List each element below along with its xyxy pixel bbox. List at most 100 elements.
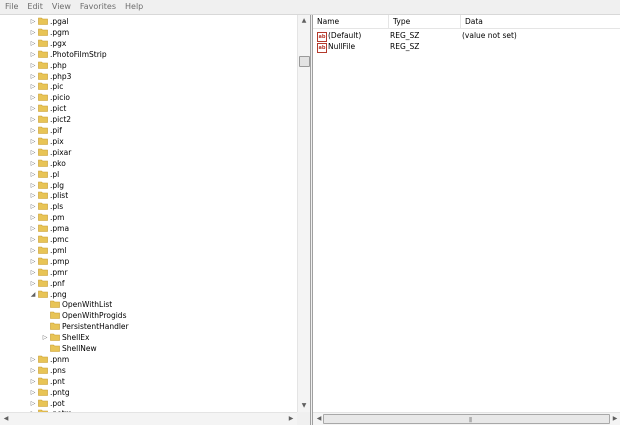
tree-item[interactable]: ▷ .pgm xyxy=(0,27,297,38)
tree-item-label: .pic xyxy=(50,82,64,92)
expand-arrow-icon[interactable]: ▷ xyxy=(29,234,37,245)
tree-item[interactable]: ▷ ShellEx xyxy=(0,332,297,343)
scroll-right-button[interactable]: ▶ xyxy=(609,413,620,425)
scroll-left-button[interactable]: ◀ xyxy=(0,413,12,425)
tree-item[interactable]: ▷ .pmp xyxy=(0,256,297,267)
tree-item-label: .pml xyxy=(50,245,67,255)
expand-arrow-icon[interactable]: ▷ xyxy=(29,16,37,27)
tree-item[interactable]: OpenWithProgids xyxy=(0,310,297,321)
expand-arrow-icon[interactable]: ▷ xyxy=(29,169,37,180)
value-row[interactable]: ab NullFile REG_SZ xyxy=(313,41,620,53)
menu-file[interactable]: File xyxy=(0,0,22,14)
column-header-data[interactable]: Data xyxy=(461,15,620,28)
tree-item[interactable]: ▷ .PhotoFilmStrip xyxy=(0,49,297,60)
tree-item[interactable]: ▷ .pict2 xyxy=(0,114,297,125)
folder-icon xyxy=(38,399,48,407)
folder-icon xyxy=(50,344,60,352)
tree-item[interactable]: ▷ .pic xyxy=(0,81,297,92)
expand-arrow-icon[interactable]: ▷ xyxy=(29,147,37,158)
column-header-type[interactable]: Type xyxy=(389,15,461,28)
tree-item[interactable]: ▷ .pl xyxy=(0,169,297,180)
expand-arrow-icon[interactable]: ▷ xyxy=(29,158,37,169)
expand-arrow-icon[interactable]: ▷ xyxy=(29,114,37,125)
tree-item[interactable]: ▷ .pix xyxy=(0,136,297,147)
tree-item[interactable]: ▷ .pko xyxy=(0,158,297,169)
folder-icon xyxy=(38,213,48,221)
expand-arrow-icon[interactable]: ▷ xyxy=(29,245,37,256)
scroll-up-button[interactable]: ▲ xyxy=(298,15,310,27)
tree-item[interactable]: ▷ .pm xyxy=(0,212,297,223)
tree-item[interactable]: ▷ .pml xyxy=(0,245,297,256)
menu-help[interactable]: Help xyxy=(120,0,147,14)
tree-item[interactable]: ▷ .pgal xyxy=(0,16,297,27)
expand-arrow-icon[interactable]: ▷ xyxy=(29,27,37,38)
tree-item[interactable]: ▷ .pntg xyxy=(0,387,297,398)
folder-icon xyxy=(38,50,48,58)
expand-arrow-icon[interactable]: ▷ xyxy=(29,180,37,191)
tree-item[interactable]: ▷ .pnf xyxy=(0,278,297,289)
expand-arrow-icon[interactable]: ▷ xyxy=(29,201,37,212)
expand-arrow-icon[interactable]: ▷ xyxy=(29,354,37,365)
tree-item[interactable]: ▷ .php xyxy=(0,60,297,71)
tree-item[interactable]: ▷ .pict xyxy=(0,103,297,114)
expand-arrow-icon[interactable]: ▷ xyxy=(41,332,49,343)
expand-arrow-icon[interactable]: ▷ xyxy=(29,71,37,82)
tree-item[interactable]: ▷ .pot xyxy=(0,398,297,409)
tree-item[interactable]: ▷ .picio xyxy=(0,92,297,103)
expand-arrow-icon[interactable]: ▷ xyxy=(29,256,37,267)
tree-item[interactable]: ▷ .pixar xyxy=(0,147,297,158)
tree-item[interactable]: ▷ .plg xyxy=(0,180,297,191)
scroll-right-button[interactable]: ▶ xyxy=(285,413,297,425)
tree-item[interactable]: ▷ .plist xyxy=(0,190,297,201)
column-header-name[interactable]: Name xyxy=(313,15,389,28)
expand-arrow-icon[interactable]: ▷ xyxy=(29,267,37,278)
tree-item-label: .pnm xyxy=(50,354,70,364)
menu-edit[interactable]: Edit xyxy=(22,0,47,14)
expand-arrow-icon[interactable]: ▷ xyxy=(29,223,37,234)
expand-arrow-icon[interactable]: ▷ xyxy=(29,190,37,201)
expand-arrow-icon[interactable]: ▷ xyxy=(29,212,37,223)
tree-item[interactable]: ▷ .pnm xyxy=(0,354,297,365)
tree-item[interactable]: ▷ .pgx xyxy=(0,38,297,49)
tree-item-label: ShellNew xyxy=(62,344,97,353)
tree-item[interactable]: ▷ .pnt xyxy=(0,376,297,387)
tree-horizontal-scrollbar[interactable]: ◀ ▶ xyxy=(0,412,297,425)
expand-arrow-icon[interactable]: ▷ xyxy=(29,38,37,49)
expand-arrow-icon[interactable]: ▷ xyxy=(29,60,37,71)
scroll-down-button[interactable]: ▼ xyxy=(298,400,310,412)
expand-arrow-icon[interactable]: ▷ xyxy=(29,278,37,289)
tree-vertical-scrollbar[interactable]: ▲ ▼ xyxy=(297,15,310,412)
tree-item[interactable]: ▷ .pmr xyxy=(0,267,297,278)
expand-arrow-icon[interactable]: ▷ xyxy=(29,376,37,387)
folder-icon xyxy=(38,257,48,265)
tree-item[interactable]: ▷ .pif xyxy=(0,125,297,136)
expand-arrow-icon[interactable]: ▷ xyxy=(29,387,37,398)
tree-item-label: .pns xyxy=(50,365,66,375)
folder-icon xyxy=(38,28,48,36)
expand-arrow-icon[interactable]: ▷ xyxy=(29,81,37,92)
values-horizontal-scrollbar[interactable]: ◀ ||| ▶ xyxy=(313,412,620,425)
values-scroll-thumb[interactable]: ||| xyxy=(323,414,610,424)
tree-item[interactable]: ShellNew xyxy=(0,343,297,354)
collapse-arrow-icon[interactable]: ◢ xyxy=(29,289,37,300)
menu-view[interactable]: View xyxy=(47,0,75,14)
expand-arrow-icon[interactable]: ▷ xyxy=(29,49,37,60)
expand-arrow-icon[interactable]: ▷ xyxy=(29,365,37,376)
tree-item[interactable]: ◢ .png xyxy=(0,289,297,300)
tree-item[interactable]: ▷ .php3 xyxy=(0,71,297,82)
expand-arrow-icon[interactable]: ▷ xyxy=(29,103,37,114)
tree-item[interactable]: ▷ .pls xyxy=(0,201,297,212)
tree-scroll-thumb[interactable] xyxy=(299,56,310,67)
expand-arrow-icon[interactable]: ▷ xyxy=(29,136,37,147)
menu-favorites[interactable]: Favorites xyxy=(75,0,120,14)
expand-arrow-icon[interactable]: ▷ xyxy=(29,398,37,409)
tree-item[interactable]: ▷ .pma xyxy=(0,223,297,234)
tree-item[interactable]: ▷ .pns xyxy=(0,365,297,376)
tree-item-label: .pnt xyxy=(50,376,65,386)
expand-arrow-icon[interactable]: ▷ xyxy=(29,125,37,136)
tree-item[interactable]: PersistentHandler xyxy=(0,321,297,332)
tree-item[interactable]: OpenWithList xyxy=(0,299,297,310)
tree-item[interactable]: ▷ .pmc xyxy=(0,234,297,245)
tree-item-label: .pmp xyxy=(50,256,70,266)
expand-arrow-icon[interactable]: ▷ xyxy=(29,92,37,103)
